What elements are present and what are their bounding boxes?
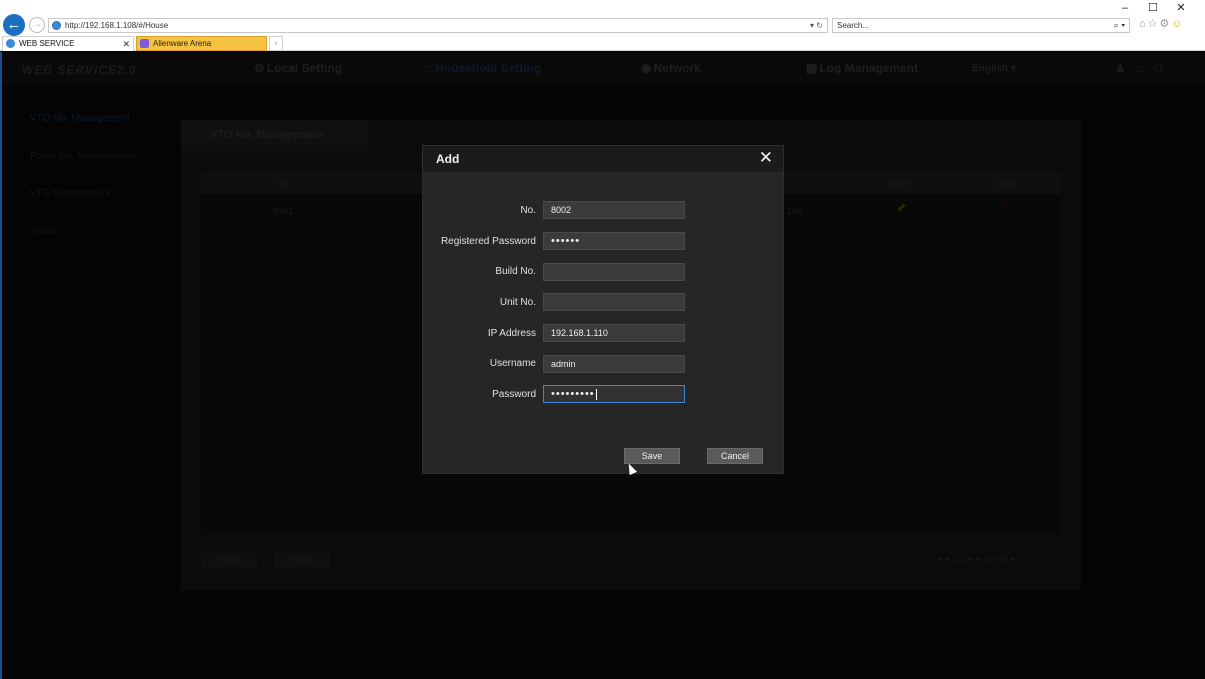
build-no-field[interactable] bbox=[543, 263, 685, 281]
table-cell-no: 8001 bbox=[273, 206, 294, 216]
table-cell-ip: 106 bbox=[787, 206, 803, 216]
toolbar-icons: ⌂☆⚙☺ bbox=[1139, 17, 1185, 30]
nav-log-management[interactable]: ▦ Log Management bbox=[806, 61, 918, 75]
home-icon[interactable]: ⌂ bbox=[1139, 18, 1148, 30]
gear-icon[interactable]: ⚙ bbox=[1160, 18, 1172, 30]
cancel-button[interactable]: Cancel bbox=[707, 448, 763, 464]
sidebar-item-vts[interactable]: VTS Management bbox=[30, 188, 111, 199]
delete-icon[interactable]: ✕ bbox=[1003, 202, 1011, 213]
new-tab-button[interactable]: ▫ bbox=[269, 36, 283, 51]
house-icon: ⌂ bbox=[426, 61, 434, 75]
search-icon[interactable]: ⌕ ▾ bbox=[1114, 19, 1125, 32]
search-input[interactable]: Search... ⌕ ▾ bbox=[832, 18, 1130, 33]
nav-right-icons: ♟⌂⏻ bbox=[1115, 61, 1173, 76]
nav-local-setting[interactable]: ⚙ Local Setting bbox=[254, 61, 342, 75]
tab-label: Alienware Arena bbox=[153, 39, 212, 48]
browser-chrome: ← → http://192.168.1.108/#/House ▾ ↻ Sea… bbox=[0, 0, 1205, 51]
user-icon[interactable]: ♟ bbox=[1115, 61, 1136, 75]
log-icon: ▦ bbox=[806, 61, 818, 75]
no-label: No. bbox=[520, 205, 536, 216]
site-globe-icon bbox=[52, 21, 61, 30]
column-header-modify: Modify bbox=[887, 179, 911, 188]
tab-web-service[interactable]: WEB SERVICE ✕ bbox=[2, 36, 134, 51]
nav-household-setting[interactable]: ⌂ Household Setting bbox=[426, 61, 541, 75]
edit-pencil-icon[interactable] bbox=[897, 203, 906, 212]
nav-network[interactable]: ◉ Network bbox=[641, 61, 701, 75]
sidebar-item-status[interactable]: Status bbox=[30, 226, 58, 237]
top-navigation: WEB SERVICE2.0 ⚙ Local Setting ⌂ Household… bbox=[0, 52, 1205, 85]
text-caret bbox=[595, 388, 597, 400]
pagination[interactable]: ◂ ◂ 1/1 ▸ ▸ Go to ▸ bbox=[936, 554, 1016, 565]
unit-no-field[interactable] bbox=[543, 293, 685, 311]
no-field[interactable]: 8002 bbox=[543, 201, 685, 219]
minimize-icon[interactable]: – bbox=[1111, 2, 1139, 14]
forward-icon[interactable]: → bbox=[29, 17, 45, 33]
nav-label: Local Setting bbox=[266, 61, 343, 75]
add-dialog: Add ✕ No. 8002 Registered Password •••••… bbox=[422, 145, 784, 474]
tab-close-icon[interactable]: ✕ bbox=[122, 37, 130, 51]
url-text: http://192.168.1.108/#/House bbox=[65, 21, 169, 30]
language-select[interactable]: English ▾ bbox=[972, 63, 1016, 74]
globe-icon: ◉ bbox=[641, 61, 652, 75]
nav-label: Network bbox=[653, 61, 701, 75]
dialog-title: Add bbox=[436, 152, 460, 166]
unit-no-label: Unit No. bbox=[499, 297, 536, 308]
sidebar-item-room-no[interactable]: Room No. Management bbox=[30, 151, 136, 162]
close-icon[interactable]: ✕ bbox=[759, 148, 773, 168]
ip-address-label: IP Address bbox=[487, 328, 536, 339]
gear-icon: ⚙ bbox=[254, 61, 265, 75]
search-placeholder: Search... bbox=[837, 21, 870, 30]
app-logo: WEB SERVICE2.0 bbox=[22, 63, 137, 77]
favorites-icon[interactable]: ☆ bbox=[1148, 18, 1160, 30]
username-label: Username bbox=[489, 358, 536, 369]
tab-globe-icon bbox=[6, 39, 15, 48]
sidebar: VTO No. Management Room No. Management V… bbox=[0, 85, 180, 679]
logout-icon[interactable]: ⏻ bbox=[1153, 61, 1173, 75]
alienware-icon bbox=[140, 39, 149, 48]
build-no-label: Build No. bbox=[495, 266, 536, 277]
window-edge bbox=[0, 52, 2, 679]
home-icon[interactable]: ⌂ bbox=[1136, 61, 1153, 75]
back-icon[interactable]: ← bbox=[3, 14, 25, 36]
column-header-delete: Delete bbox=[994, 179, 1018, 188]
dialog-header: Add ✕ bbox=[423, 146, 783, 172]
refresh-icon[interactable]: ▾ ↻ bbox=[810, 19, 823, 32]
sidebar-item-vto-no[interactable]: VTO No. Management bbox=[30, 113, 130, 124]
tab-alienware-arena[interactable]: Alienware Arena bbox=[136, 36, 267, 51]
feedback-smiley-icon[interactable]: ☺ bbox=[1171, 18, 1184, 30]
password-field[interactable]: ••••••••• bbox=[543, 385, 685, 403]
add-button[interactable]: Add bbox=[201, 553, 257, 568]
ip-address-field[interactable]: 192.168.1.110 bbox=[543, 324, 685, 342]
column-header-no: No. bbox=[277, 179, 290, 188]
address-bar[interactable]: http://192.168.1.108/#/House ▾ ↻ bbox=[48, 18, 828, 33]
tab-vto-no-management[interactable]: VTO No. Management bbox=[181, 120, 368, 151]
window-controls: – ☐ ✕ bbox=[1111, 1, 1195, 14]
registered-password-field[interactable]: •••••• bbox=[543, 232, 685, 250]
maximize-icon[interactable]: ☐ bbox=[1139, 1, 1167, 14]
username-field[interactable]: admin bbox=[543, 355, 685, 373]
clear-button[interactable]: Clear bbox=[274, 553, 330, 568]
tab-label: WEB SERVICE bbox=[19, 39, 75, 48]
password-label: Password bbox=[492, 389, 536, 400]
password-value: ••••••••• bbox=[551, 388, 595, 400]
registered-password-label: Registered Password bbox=[440, 236, 536, 247]
nav-label: Log Management bbox=[819, 61, 919, 75]
nav-label: Household Setting bbox=[435, 61, 542, 75]
close-window-icon[interactable]: ✕ bbox=[1167, 1, 1195, 14]
